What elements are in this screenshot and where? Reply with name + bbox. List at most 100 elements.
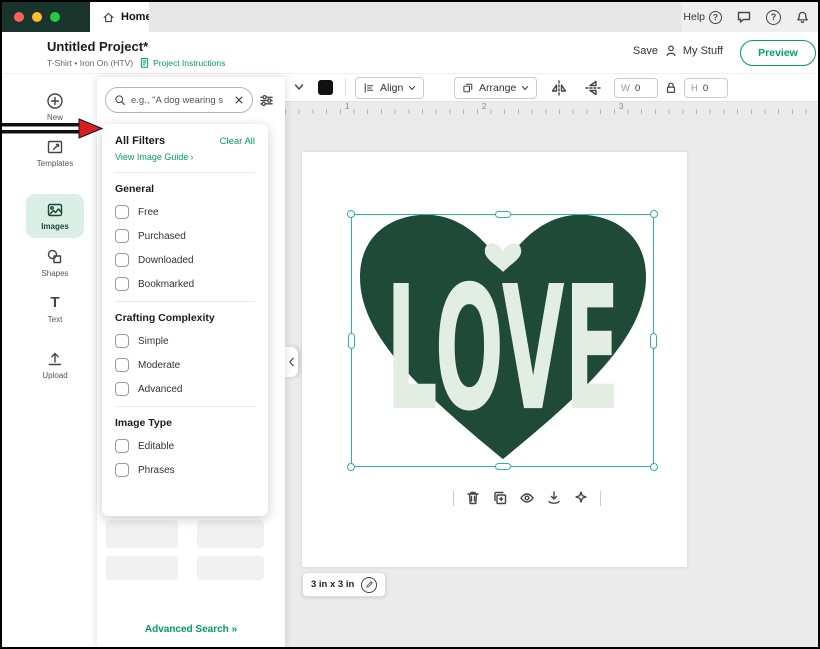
question-icon[interactable]: ?	[766, 10, 781, 25]
canvas-area[interactable]: 1 2 3 LOVE	[285, 102, 818, 647]
maximize-window-button[interactable]	[50, 12, 60, 22]
resize-handle-e[interactable]	[650, 333, 657, 349]
checkbox[interactable]	[115, 439, 129, 453]
color-swatch[interactable]	[318, 80, 333, 95]
filter-option-phrases[interactable]: Phrases	[115, 463, 255, 477]
text-icon: T	[50, 294, 59, 312]
align-label: Align	[380, 82, 403, 94]
chat-icon[interactable]	[736, 9, 752, 25]
checkbox[interactable]	[115, 277, 129, 291]
sidebar-item-images[interactable]: Images	[26, 194, 84, 238]
height-input[interactable]: H 0	[684, 78, 728, 98]
checkbox[interactable]	[115, 229, 129, 243]
resize-handle-w[interactable]	[348, 333, 355, 349]
filter-option-advanced[interactable]: Advanced	[115, 382, 255, 396]
image-search-input[interactable]: e.g., "A dog wearing s	[105, 87, 253, 113]
filter-option-moderate[interactable]: Moderate	[115, 358, 255, 372]
close-window-button[interactable]	[14, 12, 24, 22]
titlebar-actions: Help ? ?	[683, 2, 810, 32]
filter-option-purchased[interactable]: Purchased	[115, 229, 255, 243]
upload-icon	[46, 350, 64, 368]
bell-icon[interactable]	[795, 10, 810, 25]
toolbar-divider	[345, 79, 346, 96]
size-badge[interactable]: 3 in x 3 in	[302, 572, 386, 597]
clear-all-link[interactable]: Clear All	[220, 136, 255, 147]
pencil-icon	[365, 580, 374, 589]
arrange-label: Arrange	[479, 82, 516, 94]
arrange-dropdown[interactable]: Arrange	[454, 77, 537, 99]
resize-handle-se[interactable]	[650, 463, 658, 471]
preview-button[interactable]: Preview	[740, 40, 816, 66]
view-image-guide-link[interactable]: View Image Guide ›	[115, 152, 255, 162]
duplicate-icon[interactable]	[492, 490, 508, 506]
image-placeholder	[197, 520, 264, 548]
help-button[interactable]: Help ?	[683, 11, 722, 24]
tab-home-label: Home	[121, 11, 152, 23]
width-label: W	[621, 83, 630, 94]
image-placeholder	[106, 556, 178, 580]
filter-option-editable[interactable]: Editable	[115, 439, 255, 453]
delete-icon[interactable]	[465, 490, 481, 506]
filter-option-simple[interactable]: Simple	[115, 334, 255, 348]
hide-icon[interactable]	[519, 490, 535, 506]
annotation-arrow	[2, 118, 104, 140]
filter-option-free[interactable]: Free	[115, 205, 255, 219]
chevron-right-icon: ›	[190, 152, 193, 162]
images-icon	[46, 201, 64, 219]
filters-section-general: General	[115, 183, 255, 195]
project-subtitle-row: T-Shirt • Iron On (HTV) Project Instruct…	[47, 57, 225, 68]
checkbox[interactable]	[115, 463, 129, 477]
ruler-number: 1	[345, 102, 349, 111]
width-input[interactable]: W 0	[614, 78, 658, 98]
resize-handle-nw[interactable]	[347, 210, 355, 218]
checkbox[interactable]	[115, 358, 129, 372]
clear-search-icon[interactable]	[234, 95, 244, 105]
action-divider	[453, 491, 454, 506]
resize-handle-s[interactable]	[495, 463, 511, 470]
checkbox[interactable]	[115, 382, 129, 396]
person-icon	[664, 44, 678, 58]
double-chevron-icon: »	[232, 624, 238, 635]
filter-icon[interactable]	[259, 93, 274, 108]
minimize-window-button[interactable]	[32, 12, 42, 22]
sidebar-item-text[interactable]: T Text	[26, 294, 84, 324]
help-label: Help	[683, 11, 705, 23]
app-window: Home Canvas Help ? ? Untitled Project* T…	[0, 0, 820, 649]
flip-vertical-icon[interactable]	[584, 79, 602, 97]
align-dropdown[interactable]: Align	[355, 77, 424, 99]
advanced-search-link[interactable]: Advanced Search »	[97, 624, 285, 635]
selection-box[interactable]	[351, 214, 654, 467]
selection-action-bar	[453, 490, 601, 506]
my-stuff-label: My Stuff	[683, 45, 723, 57]
chevron-down-icon[interactable]	[294, 83, 304, 91]
project-header: Untitled Project* T-Shirt • Iron On (HTV…	[2, 32, 818, 74]
checkbox[interactable]	[115, 253, 129, 267]
flatten-icon[interactable]	[573, 490, 589, 506]
image-placeholder	[197, 556, 264, 580]
sidebar-item-templates[interactable]: Templates	[26, 138, 84, 168]
save-button[interactable]: Save	[633, 45, 658, 57]
resize-handle-n[interactable]	[495, 211, 511, 218]
flip-horizontal-icon[interactable]	[550, 79, 568, 97]
attach-icon[interactable]	[546, 490, 562, 506]
project-instructions-link[interactable]: Project Instructions	[139, 57, 225, 68]
filter-option-bookmarked[interactable]: Bookmarked	[115, 277, 255, 291]
checkbox[interactable]	[115, 334, 129, 348]
checkbox[interactable]	[115, 205, 129, 219]
sidebar-item-upload[interactable]: Upload	[26, 350, 84, 380]
sidebar-item-shapes[interactable]: Shapes	[26, 248, 84, 278]
sidebar-item-label: Upload	[42, 371, 67, 380]
resize-handle-ne[interactable]	[650, 210, 658, 218]
clipboard-icon	[139, 57, 150, 68]
resize-handle-sw[interactable]	[347, 463, 355, 471]
edit-size-button[interactable]	[361, 577, 377, 593]
filter-option-downloaded[interactable]: Downloaded	[115, 253, 255, 267]
project-title: Untitled Project*	[47, 39, 148, 54]
left-sidebar: New Templates Images Shapes T Text Uploa…	[2, 74, 97, 647]
action-divider	[600, 491, 601, 506]
my-stuff-button[interactable]: My Stuff	[664, 44, 723, 58]
horizontal-ruler: 1 2 3	[285, 102, 818, 114]
sidebar-item-label: Templates	[37, 159, 73, 168]
lock-icon[interactable]	[664, 81, 678, 95]
panel-collapse-button[interactable]	[285, 347, 298, 377]
